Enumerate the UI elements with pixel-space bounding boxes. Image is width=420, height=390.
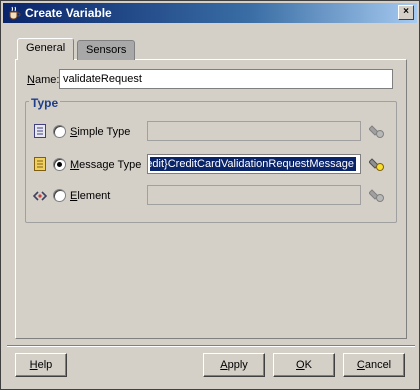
simple-type-radio[interactable] (53, 125, 66, 138)
tab-general[interactable]: General (17, 38, 75, 60)
cancel-button[interactable]: Cancel (343, 353, 405, 377)
element-field (147, 185, 361, 205)
message-type-icon (34, 157, 46, 171)
message-type-value: redit}CreditCardValidationRequestMessage (150, 157, 356, 171)
flashlight-icon (369, 125, 384, 138)
element-label: Element (70, 190, 111, 202)
simple-type-label: Simple Type (70, 126, 131, 138)
element-icon (33, 191, 47, 201)
tab-sensors[interactable]: Sensors (77, 40, 136, 60)
message-type-label: Message Type (70, 159, 142, 171)
coffee-cup-icon (9, 6, 21, 20)
flashlight-icon[interactable] (369, 156, 385, 172)
simple-type-field (147, 121, 361, 141)
simple-type-icon (34, 124, 46, 138)
type-legend: Type (29, 96, 61, 110)
title-bar[interactable]: Create Variable × (3, 3, 417, 23)
ok-button[interactable]: OK (273, 353, 335, 377)
create-variable-dialog: Create Variable × General Sensors Name: … (0, 0, 420, 390)
message-type-field[interactable]: redit}CreditCardValidationRequestMessage (147, 154, 361, 174)
flashlight-icon (369, 189, 384, 202)
close-button[interactable]: × (398, 5, 414, 20)
button-separator (7, 345, 415, 347)
window-title: Create Variable (25, 6, 112, 20)
name-label: Name: (27, 74, 60, 86)
close-icon: × (403, 6, 409, 17)
apply-button[interactable]: Apply (203, 353, 265, 377)
message-type-radio[interactable] (53, 158, 66, 171)
name-input[interactable] (59, 69, 393, 89)
help-button[interactable]: Help (15, 353, 67, 377)
element-radio[interactable] (53, 189, 66, 202)
